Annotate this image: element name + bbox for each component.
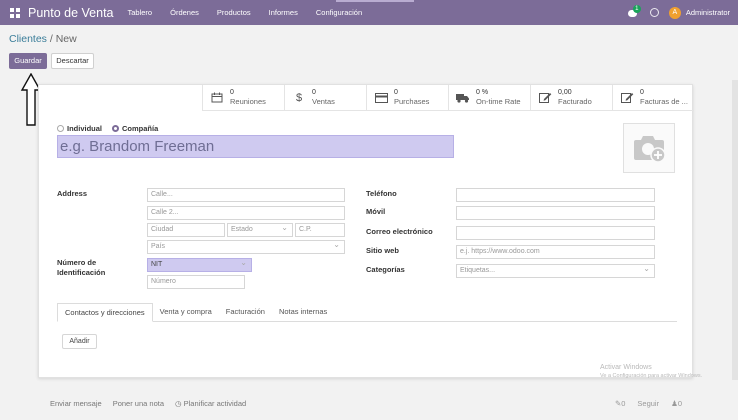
follow-button[interactable]: Seguir [637,399,659,408]
mobile-label: Móvil [366,207,386,216]
tab-invoicing[interactable]: Facturación [219,303,272,322]
edit-icon [620,92,634,104]
form-sheet: 0 Reuniones $ 0 Ventas 0 Purchases 0 % On-ti… [38,84,694,378]
smart-button-meetings[interactable]: 0 Reuniones [202,85,284,110]
notebook-tabs: Contactos y direcciones Venta y compra F… [57,303,677,322]
name-input[interactable]: e.g. Brandom Freeman [57,135,454,158]
email-field[interactable] [456,226,655,240]
breadcrumb-current: New [55,33,77,45]
clock-icon: ◷ [175,398,184,408]
smart-button-invoiced[interactable]: 0,00 Facturado [530,85,612,110]
vat-number-field[interactable]: Número [147,275,245,289]
menu-configuracion[interactable]: Configuración [316,8,362,17]
tab-contacts[interactable]: Contactos y direcciones [57,303,153,322]
tab-internal-notes[interactable]: Notas internas [272,303,334,322]
website-field[interactable]: e.j. https://www.odoo.com [456,245,655,259]
smart-button-ontime[interactable]: 0 % On-time Rate [448,85,530,110]
street-field[interactable]: Calle... [147,188,345,202]
smart-button-box: 0 Reuniones $ 0 Ventas 0 Purchases 0 % On-ti… [202,85,694,111]
chat-badge: 1 [632,4,641,13]
radio-dot-individual [57,125,64,132]
dollar-icon: $ [295,91,303,104]
tab-sales-purchase[interactable]: Venta y compra [153,303,219,322]
add-contact-button[interactable]: Añadir [62,334,97,349]
scrollbar[interactable] [732,80,738,380]
windows-watermark: Activar Windows Ve a Configuración para … [600,364,703,379]
smart-button-vendor-bills[interactable]: 0 Facturas de ... [612,85,694,110]
breadcrumb: Clientes / New [9,33,77,45]
email-label: Correo electrónico [366,227,433,236]
discard-button[interactable]: Descartar [51,53,94,69]
radio-dot-company [112,125,120,132]
vat-type-select[interactable]: NIT [147,257,252,272]
tags-label: Categorías [366,265,405,274]
edit-icon [538,92,552,104]
followers-button[interactable]: ♟0 [671,399,682,408]
navbar-accent [336,0,414,2]
country-select[interactable]: País [147,239,345,254]
menu-ordenes[interactable]: Órdenes [170,8,199,17]
send-message-button[interactable]: Enviar mensaje [50,399,102,408]
user-name: Administrator [685,8,730,17]
mobile-field[interactable] [456,206,655,220]
schedule-activity-button[interactable]: ◷ Planificar actividad [175,399,246,408]
chat-icon[interactable]: 1 [627,4,641,18]
camera-add-icon [634,136,666,163]
avatar: A [668,6,681,19]
city-field[interactable]: Ciudad [147,223,225,237]
zip-field[interactable]: C.P. [295,223,345,237]
smart-button-sales[interactable]: $ 0 Ventas [284,85,366,110]
menu-informes[interactable]: Informes [269,8,298,17]
phone-label: Teléfono [366,189,397,198]
top-navbar: Punto de Venta Tablero Órdenes Productos… [0,0,738,25]
address-label: Address [57,189,88,198]
log-note-button[interactable]: Poner una nota [113,399,164,408]
chatter-bar: Enviar mensaje Poner una nota ◷ Planific… [0,392,738,414]
radio-company[interactable]: Compañía [112,124,158,133]
save-button[interactable]: Guardar [9,53,47,69]
state-select[interactable]: Estado [227,222,293,237]
user-menu[interactable]: A Administrator [668,6,730,19]
company-type-radio: Individual Compañía [57,124,158,133]
card-icon [374,92,388,104]
radio-individual[interactable]: Individual [57,124,102,133]
attachments-button[interactable]: ✎0 [615,399,625,408]
breadcrumb-parent[interactable]: Clientes [9,33,47,45]
menu-tablero[interactable]: Tablero [128,8,153,17]
app-brand[interactable]: Punto de Venta [28,6,114,20]
user-icon: ♟ [671,398,678,408]
activity-clock-icon[interactable] [649,8,659,17]
vat-label: Número de Identificación [57,258,106,277]
calendar-icon [210,92,224,104]
smart-button-purchases[interactable]: 0 Purchases [366,85,448,110]
street2-field[interactable]: Calle 2... [147,206,345,220]
apps-menu-icon[interactable] [10,7,20,18]
phone-field[interactable] [456,188,655,202]
website-label: Sitio web [366,246,399,255]
tags-select[interactable]: Etiquetas... [456,263,655,278]
truck-icon [456,92,470,104]
image-upload[interactable] [623,123,675,173]
menu-productos[interactable]: Productos [217,8,251,17]
